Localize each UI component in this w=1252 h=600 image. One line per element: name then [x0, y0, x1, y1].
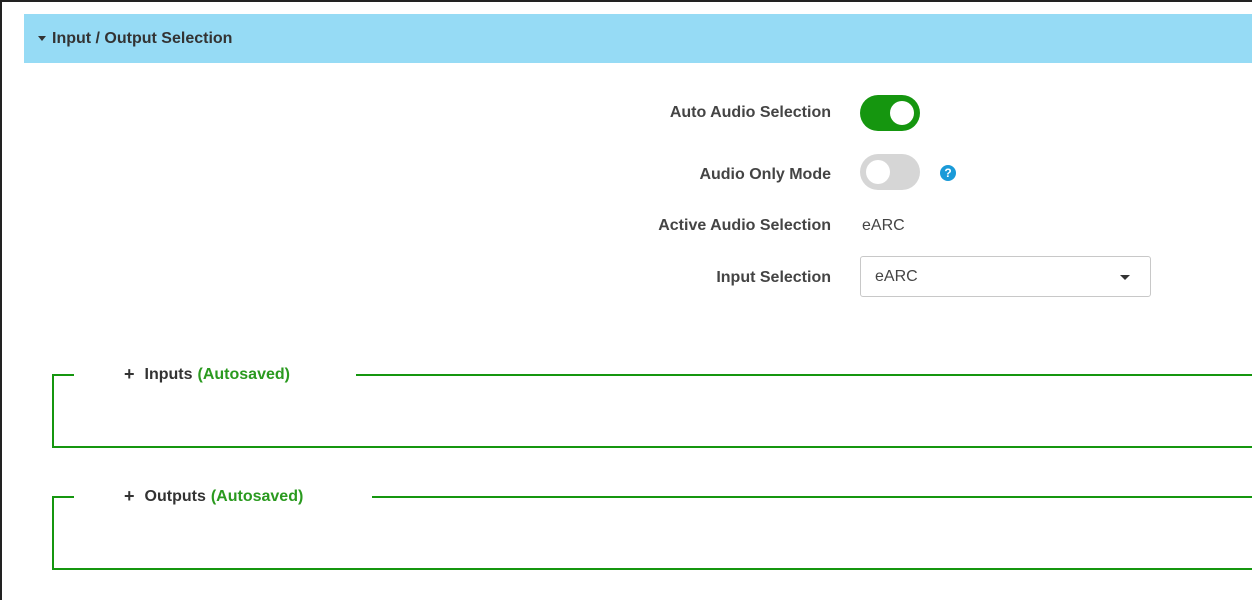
- section-border-top-left: [54, 496, 74, 498]
- section-border-top-right: [372, 496, 1252, 498]
- active-audio-selection-value: eARC: [862, 217, 905, 234]
- auto-audio-selection-toggle[interactable]: [860, 95, 920, 131]
- input-selection-label: Input Selection: [716, 269, 831, 286]
- caret-down-icon: [1120, 275, 1130, 280]
- section-border-top-left: [54, 374, 74, 376]
- inputs-section: + Inputs (Autosaved): [52, 364, 1252, 448]
- io-selection-panel-header[interactable]: Input / Output Selection: [24, 14, 1252, 63]
- toggle-knob: [866, 160, 890, 184]
- input-selection-dropdown[interactable]: eARC: [860, 256, 1151, 297]
- panel-title: Input / Output Selection: [52, 29, 233, 47]
- audio-only-mode-toggle[interactable]: [860, 154, 920, 190]
- active-audio-selection-label: Active Audio Selection: [658, 217, 831, 234]
- caret-down-icon: [38, 36, 46, 41]
- plus-icon: +: [124, 486, 135, 506]
- outputs-autosaved-status: (Autosaved): [210, 487, 304, 505]
- inputs-autosaved-status: (Autosaved): [197, 365, 290, 383]
- outputs-section-toggle[interactable]: + Outputs (Autosaved): [124, 486, 304, 507]
- inputs-section-label: Inputs: [144, 365, 193, 383]
- inputs-section-toggle[interactable]: + Inputs (Autosaved): [124, 364, 290, 385]
- toggle-knob: [890, 101, 914, 125]
- outputs-section: + Outputs (Autosaved): [52, 486, 1252, 570]
- page-frame: Input / Output Selection Auto Audio Sele…: [0, 0, 1252, 600]
- input-selection-selected-value: eARC: [875, 268, 918, 285]
- question-circle-icon[interactable]: ?: [940, 165, 956, 181]
- auto-audio-selection-label: Auto Audio Selection: [669, 104, 831, 121]
- plus-icon: +: [124, 364, 135, 384]
- audio-only-mode-label: Audio Only Mode: [699, 166, 831, 183]
- section-border-top-right: [356, 374, 1252, 376]
- outputs-section-label: Outputs: [144, 487, 206, 505]
